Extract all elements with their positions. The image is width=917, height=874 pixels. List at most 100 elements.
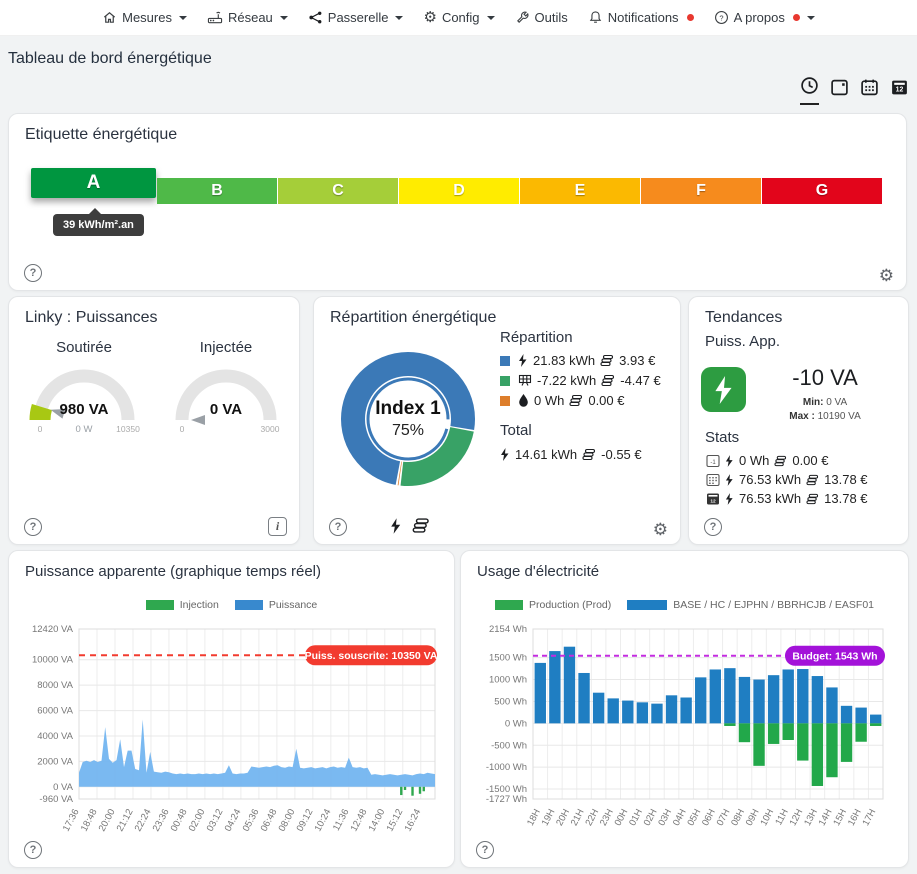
- svg-text:15:12: 15:12: [385, 807, 406, 833]
- legend-swatch: [146, 600, 174, 610]
- legend-swatch: [500, 396, 510, 406]
- gauge-soutiree: Soutirée 980 VA0 W010350: [13, 339, 155, 445]
- year-calendar-icon: 12: [890, 78, 909, 97]
- svg-text:00:48: 00:48: [169, 807, 190, 833]
- chart-legend: Injection Puissance: [9, 599, 454, 611]
- repartition-total: 14.61 kWh -0.55 €: [500, 447, 661, 462]
- energy-label-title: Etiquette énergétique: [25, 126, 177, 144]
- help-button[interactable]: ?: [704, 518, 722, 536]
- svg-text:10350: 10350: [116, 424, 140, 434]
- energy-value-tooltip: 39 kWh/m².an: [53, 214, 144, 236]
- bolt-icon: [725, 455, 734, 467]
- legend-item-elec[interactable]: 21.83 kWh 3.93 €: [500, 353, 661, 368]
- svg-text:12: 12: [710, 498, 716, 504]
- nav-passerelle[interactable]: Passerelle: [308, 10, 404, 25]
- year-icon: 12: [705, 491, 720, 506]
- help-button[interactable]: ?: [24, 518, 42, 536]
- svg-text:02:00: 02:00: [187, 807, 208, 833]
- solar-panel-icon: [518, 374, 532, 387]
- coins-icon: [774, 455, 787, 467]
- svg-text:16H: 16H: [846, 807, 864, 828]
- power-min: Min: 0 VA: [749, 397, 901, 408]
- gear-button[interactable]: ⚙: [879, 266, 894, 286]
- linky-title: Linky : Puissances: [25, 309, 158, 327]
- svg-text:05H: 05H: [685, 807, 703, 828]
- svg-text:10000 VA: 10000 VA: [32, 655, 74, 666]
- svg-text:17:36: 17:36: [61, 807, 82, 833]
- energy-class-f: F: [641, 178, 761, 204]
- mode-month-button[interactable]: [860, 78, 879, 105]
- yesterday-icon: -1: [705, 453, 720, 468]
- svg-text:-1727 Wh: -1727 Wh: [486, 794, 527, 805]
- legend-base[interactable]: BASE / HC / EJPHN / BBRHCJB / EASF01: [627, 599, 874, 611]
- electricity-usage-chart[interactable]: 2154 Wh1500 Wh1000 Wh500 Wh0 Wh-500 Wh-1…: [463, 615, 908, 861]
- energy-class-g: G: [762, 178, 882, 204]
- svg-text:06:48: 06:48: [259, 807, 280, 833]
- legend-swatch: [235, 600, 263, 610]
- gauge-injectee-dial: 0 VA03000: [156, 358, 296, 440]
- repartition-donut[interactable]: [328, 339, 488, 499]
- mode-year-button[interactable]: 12: [890, 78, 909, 105]
- legend-puissance[interactable]: Puissance: [235, 599, 317, 611]
- svg-text:1500 Wh: 1500 Wh: [489, 653, 527, 664]
- svg-text:00H: 00H: [613, 807, 631, 828]
- svg-text:0 W: 0 W: [76, 424, 93, 435]
- help-button[interactable]: ?: [329, 518, 347, 536]
- notification-dot: [687, 14, 694, 21]
- svg-text:12H: 12H: [788, 807, 806, 828]
- chart-legend: Production (Prod) BASE / HC / EJPHN / BB…: [461, 599, 908, 611]
- svg-text:-1: -1: [710, 460, 716, 466]
- nav-reseau[interactable]: Réseau: [207, 10, 288, 25]
- svg-text:0 VA: 0 VA: [53, 782, 74, 793]
- bolt-icon: [725, 474, 734, 486]
- legend-swatch: [495, 600, 523, 610]
- legend-item-gaz[interactable]: 0 Wh 0.00 €: [500, 393, 661, 408]
- svg-text:20:00: 20:00: [97, 807, 118, 833]
- mode-realtime-button[interactable]: [800, 76, 819, 105]
- svg-text:13H: 13H: [802, 807, 820, 828]
- energy-label-card: Etiquette énergétique A B C D E F G 39 k…: [8, 113, 907, 291]
- legend-swatch: [627, 600, 667, 610]
- svg-text:19H: 19H: [540, 807, 558, 828]
- svg-text:23H: 23H: [598, 807, 616, 828]
- network-nodes-icon: [308, 10, 323, 25]
- svg-text:21:12: 21:12: [115, 807, 136, 833]
- nav-config[interactable]: ⚙ Config: [423, 10, 494, 25]
- nav-mesures[interactable]: Mesures: [102, 10, 187, 25]
- chart-title: Usage d'électricité: [477, 563, 599, 580]
- svg-text:11H: 11H: [773, 807, 791, 827]
- svg-text:21H: 21H: [569, 807, 587, 828]
- svg-text:500 Wh: 500 Wh: [494, 696, 527, 707]
- svg-text:03:12: 03:12: [205, 807, 226, 833]
- legend-production[interactable]: Production (Prod): [495, 599, 611, 611]
- repartition-title: Répartition énergétique: [330, 309, 496, 327]
- svg-text:14:00: 14:00: [367, 807, 388, 833]
- help-button[interactable]: ?: [476, 841, 494, 859]
- svg-text:Budget: 1543 Wh: Budget: 1543 Wh: [792, 650, 877, 662]
- svg-text:16:24: 16:24: [403, 807, 424, 833]
- svg-text:Puiss. souscrite: 10350 VA: Puiss. souscrite: 10350 VA: [305, 650, 438, 662]
- svg-text:08H: 08H: [729, 807, 747, 828]
- nav-apropos[interactable]: ? A propos: [714, 10, 815, 25]
- nav-notifications[interactable]: Notifications: [588, 10, 694, 25]
- legend-item-production[interactable]: -7.22 kWh -4.47 €: [500, 373, 661, 388]
- coins-icon: [569, 394, 583, 407]
- clock-icon: [800, 76, 819, 95]
- help-button[interactable]: ?: [24, 841, 42, 859]
- svg-text:10H: 10H: [758, 807, 776, 828]
- bolt-icon: [500, 448, 510, 461]
- coins-icon: [806, 493, 819, 505]
- coins-icon: [582, 448, 596, 461]
- svg-text:?: ?: [719, 13, 723, 22]
- apparent-power-chart[interactable]: 17:3618:4820:0021:1222:2423:3600:4802:00…: [11, 615, 454, 861]
- help-button[interactable]: ?: [24, 264, 42, 282]
- gear-button[interactable]: ⚙: [653, 520, 668, 540]
- mode-day-button[interactable]: [830, 78, 849, 105]
- coins-toggle-icon[interactable]: [412, 517, 430, 534]
- info-button[interactable]: i: [268, 517, 287, 536]
- legend-injection[interactable]: Injection: [146, 599, 219, 611]
- energy-class-c: C: [278, 178, 398, 204]
- svg-text:17H: 17H: [860, 807, 878, 828]
- nav-outils[interactable]: Outils: [515, 10, 568, 25]
- bolt-toggle-icon[interactable]: [390, 518, 402, 534]
